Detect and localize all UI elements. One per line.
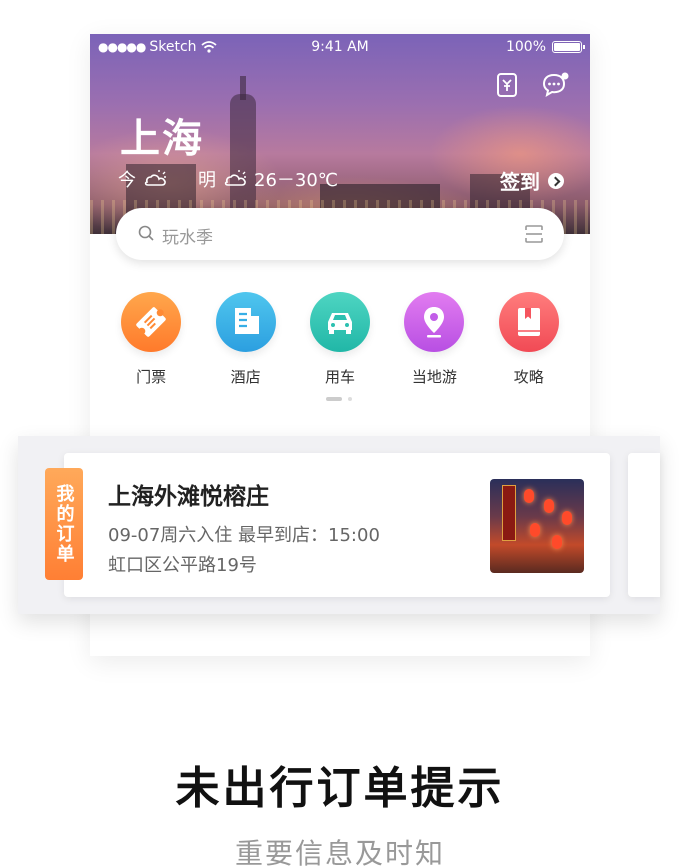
hotel-icon [215,292,276,352]
hotel-address: 虹口区公平路19号 [108,555,257,576]
location-pin-icon [404,292,465,352]
wallet-icon[interactable] [494,72,520,98]
category-guides[interactable]: 攻略 [489,292,569,387]
tomorrow-label: 明 [198,170,216,191]
ticket-icon [121,292,182,352]
category-car[interactable]: 用车 [300,292,380,387]
lantern [544,499,554,513]
category-label: 当地游 [411,368,457,386]
my-orders-tag[interactable]: 我的订单 [45,468,83,580]
category-hotel[interactable]: 酒店 [206,292,286,387]
next-order-card[interactable] [628,453,660,597]
lantern [562,511,572,525]
lantern [552,535,562,549]
category-label: 攻略 [513,368,544,386]
weather-forecast: 今 明 26－30℃ [118,166,338,192]
today-label: 今 [118,170,136,191]
category-local-tours[interactable]: 当地游 [394,292,474,387]
hotel-name: 上海外滩悦榕庄 [108,484,269,510]
car-icon [309,292,370,352]
page-indicator [326,397,352,401]
temperature-range: 26－30℃ [254,170,339,191]
message-icon[interactable] [542,72,569,98]
scan-icon[interactable] [524,224,544,244]
city-banner: ●●●●● Sketch 9:41 AM 100% 上海 今 明 26－30℃ … [90,34,590,234]
category-label: 用车 [324,368,355,386]
lantern [530,523,540,537]
shop-sign [502,485,516,541]
checkin-button[interactable]: 签到 [500,166,564,195]
skyline-spire [240,76,246,100]
battery-icon [552,41,585,53]
promo-headline: 未出行订单提示 [175,763,505,814]
category-label: 酒店 [230,368,261,386]
category-label: 门票 [136,368,167,386]
lantern [524,489,534,503]
category-grid: 门票 酒店 用车 当地游 攻略 [90,292,590,387]
checkin-info: 09-07周六入住 最早到店：15:00 [108,525,380,546]
search-icon [138,225,154,241]
promo-subline: 重要信息及时知 [234,837,445,868]
hotel-thumbnail [490,479,584,573]
search-bar[interactable]: 玩水季 [116,208,564,260]
status-bar: ●●●●● Sketch 9:41 AM 100% [90,34,590,60]
checkin-label: 签到 [500,170,540,194]
order-card[interactable]: 上海外滩悦榕庄 09-07周六入住 最早到店：15:00 虹口区公平路19号 [64,453,610,597]
page-dot-active [326,397,342,401]
chevron-right-icon [548,172,564,189]
guidebook-icon [498,292,559,352]
category-tickets[interactable]: 门票 [111,292,191,387]
battery-percent: 100% [505,39,546,55]
cloudy-sun-icon [224,170,246,186]
search-input[interactable]: 玩水季 [162,223,213,248]
page-dot [348,397,352,401]
cloudy-sun-icon [144,170,166,186]
order-tray: 上海外滩悦榕庄 09-07周六入住 最早到店：15:00 虹口区公平路19号 我… [18,436,660,614]
city-name[interactable]: 上海 [120,106,204,164]
